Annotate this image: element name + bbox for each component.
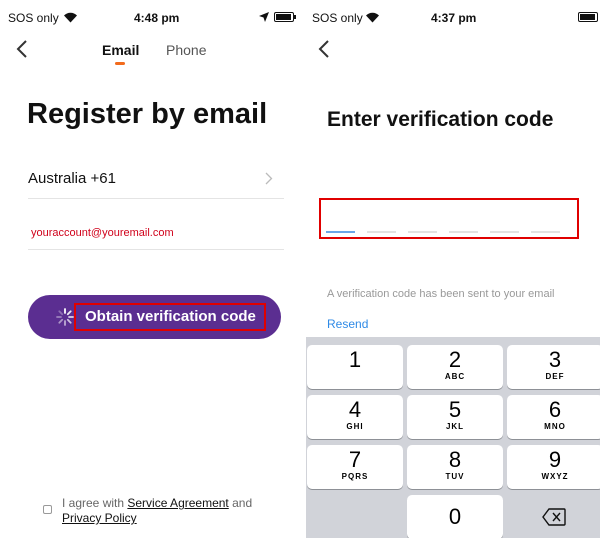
key-0[interactable]: 0: [407, 495, 503, 538]
code-slot[interactable]: [449, 231, 478, 233]
key-digit: 9: [548, 447, 562, 472]
resend-link[interactable]: Resend: [327, 317, 368, 331]
code-slot[interactable]: [531, 231, 560, 233]
key-digit: 4: [348, 397, 362, 422]
code-slot[interactable]: [490, 231, 519, 233]
key-letters: TUV: [445, 472, 465, 481]
clock: 4:48 pm: [134, 11, 180, 25]
key-digit: 7: [348, 447, 362, 472]
wifi-icon: [64, 12, 77, 23]
obtain-code-button[interactable]: Obtain verification code: [28, 295, 281, 339]
key-letters: DEF: [545, 372, 565, 381]
backspace-icon[interactable]: [542, 508, 566, 526]
key-5[interactable]: 5 JKL: [407, 395, 503, 439]
spinner-icon: [56, 308, 74, 326]
page-title: Register by email: [27, 98, 268, 130]
info-text: A verification code has been sent to you…: [327, 288, 555, 300]
key-letters: MNO: [544, 422, 566, 431]
key-letters: WXYZ: [541, 472, 569, 481]
tab-phone[interactable]: Phone: [166, 42, 206, 58]
register-screen: SOS only 4:48 pm Email Phone Register by…: [0, 0, 300, 538]
verification-screen: SOS only 4:37 pm Enter verification code…: [306, 0, 600, 538]
key-9[interactable]: 9 WXYZ: [507, 445, 600, 489]
key-3[interactable]: 3 DEF: [507, 345, 600, 389]
code-slot[interactable]: [326, 231, 355, 233]
key-letters: PQRS: [341, 472, 369, 481]
key-6[interactable]: 6 MNO: [507, 395, 600, 439]
key-8[interactable]: 8 TUV: [407, 445, 503, 489]
key-letters: GHI: [346, 422, 364, 431]
key-7[interactable]: 7 PQRS: [307, 445, 403, 489]
key-digit: 8: [448, 447, 462, 472]
key-4[interactable]: 4 GHI: [307, 395, 403, 439]
agreement-prefix: I agree with: [62, 496, 128, 510]
location-arrow-icon: [259, 12, 269, 22]
clock: 4:37 pm: [431, 11, 477, 25]
key-digit: 2: [448, 347, 462, 372]
service-agreement-link[interactable]: Service Agreement: [127, 496, 228, 510]
checkbox-icon[interactable]: [43, 505, 52, 514]
code-slot[interactable]: [367, 231, 396, 233]
code-slot[interactable]: [408, 231, 437, 233]
key-letters: JKL: [445, 422, 465, 431]
key-digit: 0: [448, 504, 462, 529]
agreement-text: I agree with Service Agreement and Priva…: [62, 496, 284, 526]
key-digit: 1: [348, 347, 362, 372]
agreement-and: and: [228, 496, 253, 510]
carrier-label: SOS only: [8, 11, 59, 25]
tab-email[interactable]: Email: [102, 42, 139, 58]
key-digit: 5: [448, 397, 462, 422]
page-title: Enter verification code: [327, 108, 554, 131]
battery-icon: [578, 12, 598, 22]
key-digit: 3: [548, 347, 562, 372]
divider: [28, 198, 284, 199]
key-1[interactable]: 1: [307, 345, 403, 389]
key-2[interactable]: 2 ABC: [407, 345, 503, 389]
back-chevron-icon[interactable]: [16, 40, 28, 58]
wifi-icon: [366, 12, 379, 23]
divider: [28, 249, 284, 250]
tab-indicator: [115, 62, 125, 65]
numeric-keypad: 1 2 ABC 3 DEF 4 GHI 5 JKL 6 MNO 7 PQRS 8 TUV 9W…: [306, 337, 600, 538]
country-selector[interactable]: Australia +61: [28, 170, 116, 187]
email-input[interactable]: youraccount@youremail.com: [31, 227, 174, 239]
chevron-right-icon: [265, 172, 273, 185]
carrier-label: SOS only: [312, 11, 363, 25]
back-chevron-icon[interactable]: [318, 40, 330, 58]
obtain-code-label: Obtain verification code: [85, 308, 256, 325]
key-letters: ABC: [444, 372, 466, 381]
battery-icon: [274, 12, 296, 22]
privacy-policy-link[interactable]: Privacy Policy: [62, 511, 137, 525]
key-digit: 6: [548, 397, 562, 422]
